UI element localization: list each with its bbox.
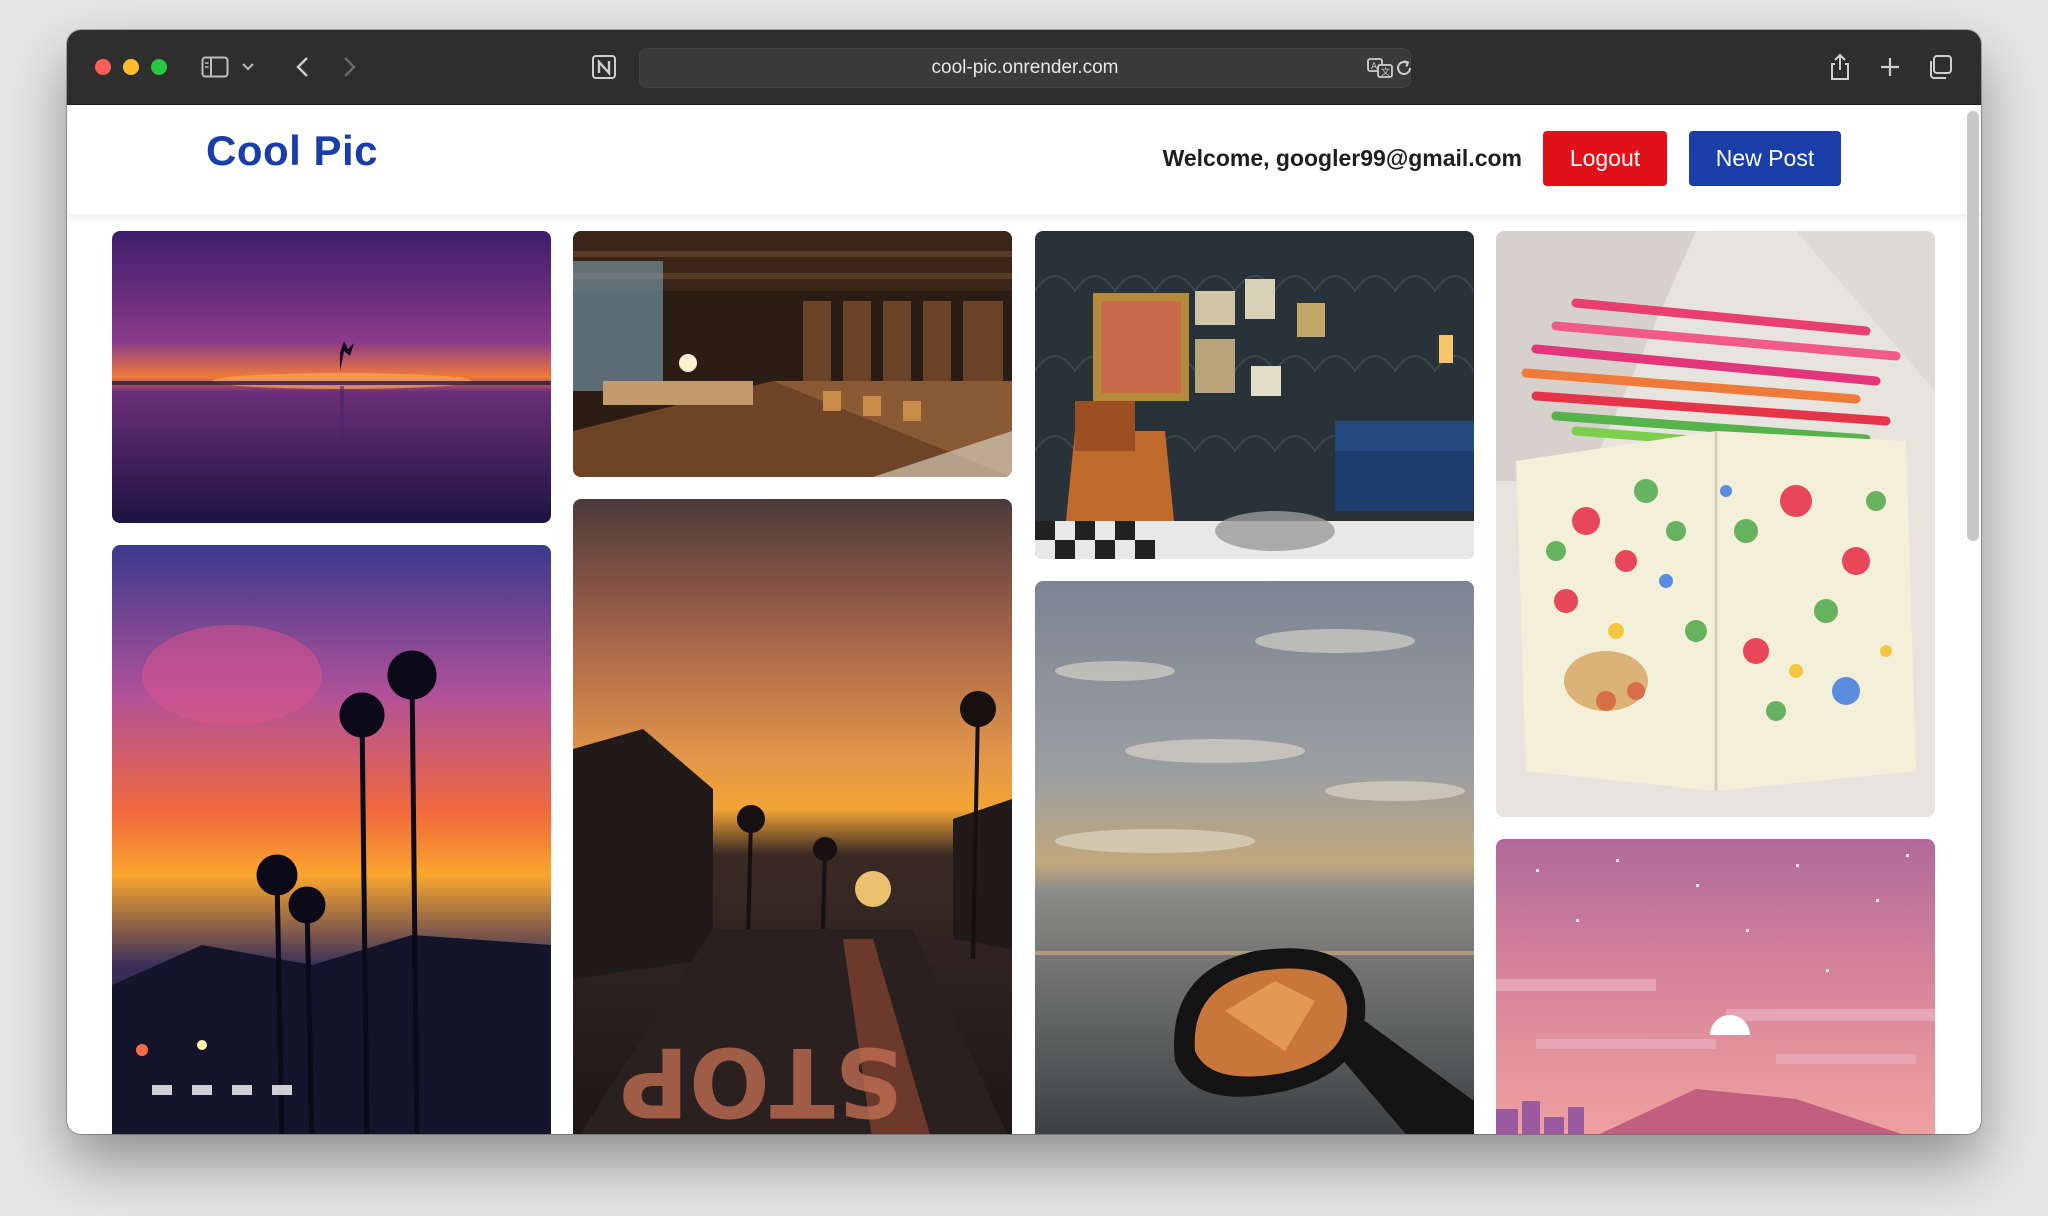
photo-stop-street[interactable]: STOP: [573, 499, 1012, 1134]
address-bar[interactable]: cool-pic.onrender.com A文: [639, 48, 1411, 88]
logout-button[interactable]: Logout: [1543, 131, 1667, 186]
browser-window: cool-pic.onrender.com A文 Cool Pic Welcom…: [67, 30, 1981, 1134]
photo-colored-pencils-sketchbook[interactable]: [1496, 231, 1935, 817]
svg-text:A: A: [1371, 62, 1378, 72]
url-text: cool-pic.onrender.com: [931, 57, 1119, 78]
photo-palm-trees-sunset[interactable]: [112, 545, 551, 1134]
photo-grid: STOP: [67, 105, 1981, 1134]
notion-icon[interactable]: [589, 52, 619, 82]
chevron-down-icon[interactable]: [239, 52, 257, 82]
photo-lounge-gallery-wall[interactable]: [1035, 231, 1474, 559]
translate-icon[interactable]: A文: [1366, 53, 1394, 83]
site-header: Cool Pic Welcome, googler99@gmail.com Lo…: [67, 105, 1981, 214]
new-post-button[interactable]: New Post: [1689, 131, 1841, 186]
forward-icon[interactable]: [335, 52, 365, 82]
sidebar-icon[interactable]: [200, 52, 230, 82]
svg-text:STOP: STOP: [619, 1026, 903, 1134]
browser-toolbar: cool-pic.onrender.com A文: [67, 30, 1981, 105]
page-content: Cool Pic Welcome, googler99@gmail.com Lo…: [67, 105, 1981, 1134]
photo-library-room[interactable]: [573, 231, 1012, 477]
page-scrollbar[interactable]: [1967, 111, 1979, 541]
new-tab-icon[interactable]: [1875, 52, 1905, 82]
svg-text:文: 文: [1381, 66, 1390, 78]
back-icon[interactable]: [287, 52, 317, 82]
photo-purple-sunset-beach[interactable]: [112, 231, 551, 523]
photo-car-mirror-sea[interactable]: [1035, 581, 1474, 1134]
minimize-window-button[interactable]: [123, 59, 139, 75]
share-icon[interactable]: [1825, 52, 1855, 82]
tab-overview-icon[interactable]: [1925, 52, 1955, 82]
brand-logo[interactable]: Cool Pic: [206, 127, 378, 175]
welcome-text: Welcome, googler99@gmail.com: [1162, 145, 1522, 171]
reload-icon[interactable]: [1392, 53, 1416, 83]
photo-pixel-art-pink-sky[interactable]: [1496, 839, 1935, 1134]
zoom-window-button[interactable]: [151, 59, 167, 75]
close-window-button[interactable]: [95, 59, 111, 75]
